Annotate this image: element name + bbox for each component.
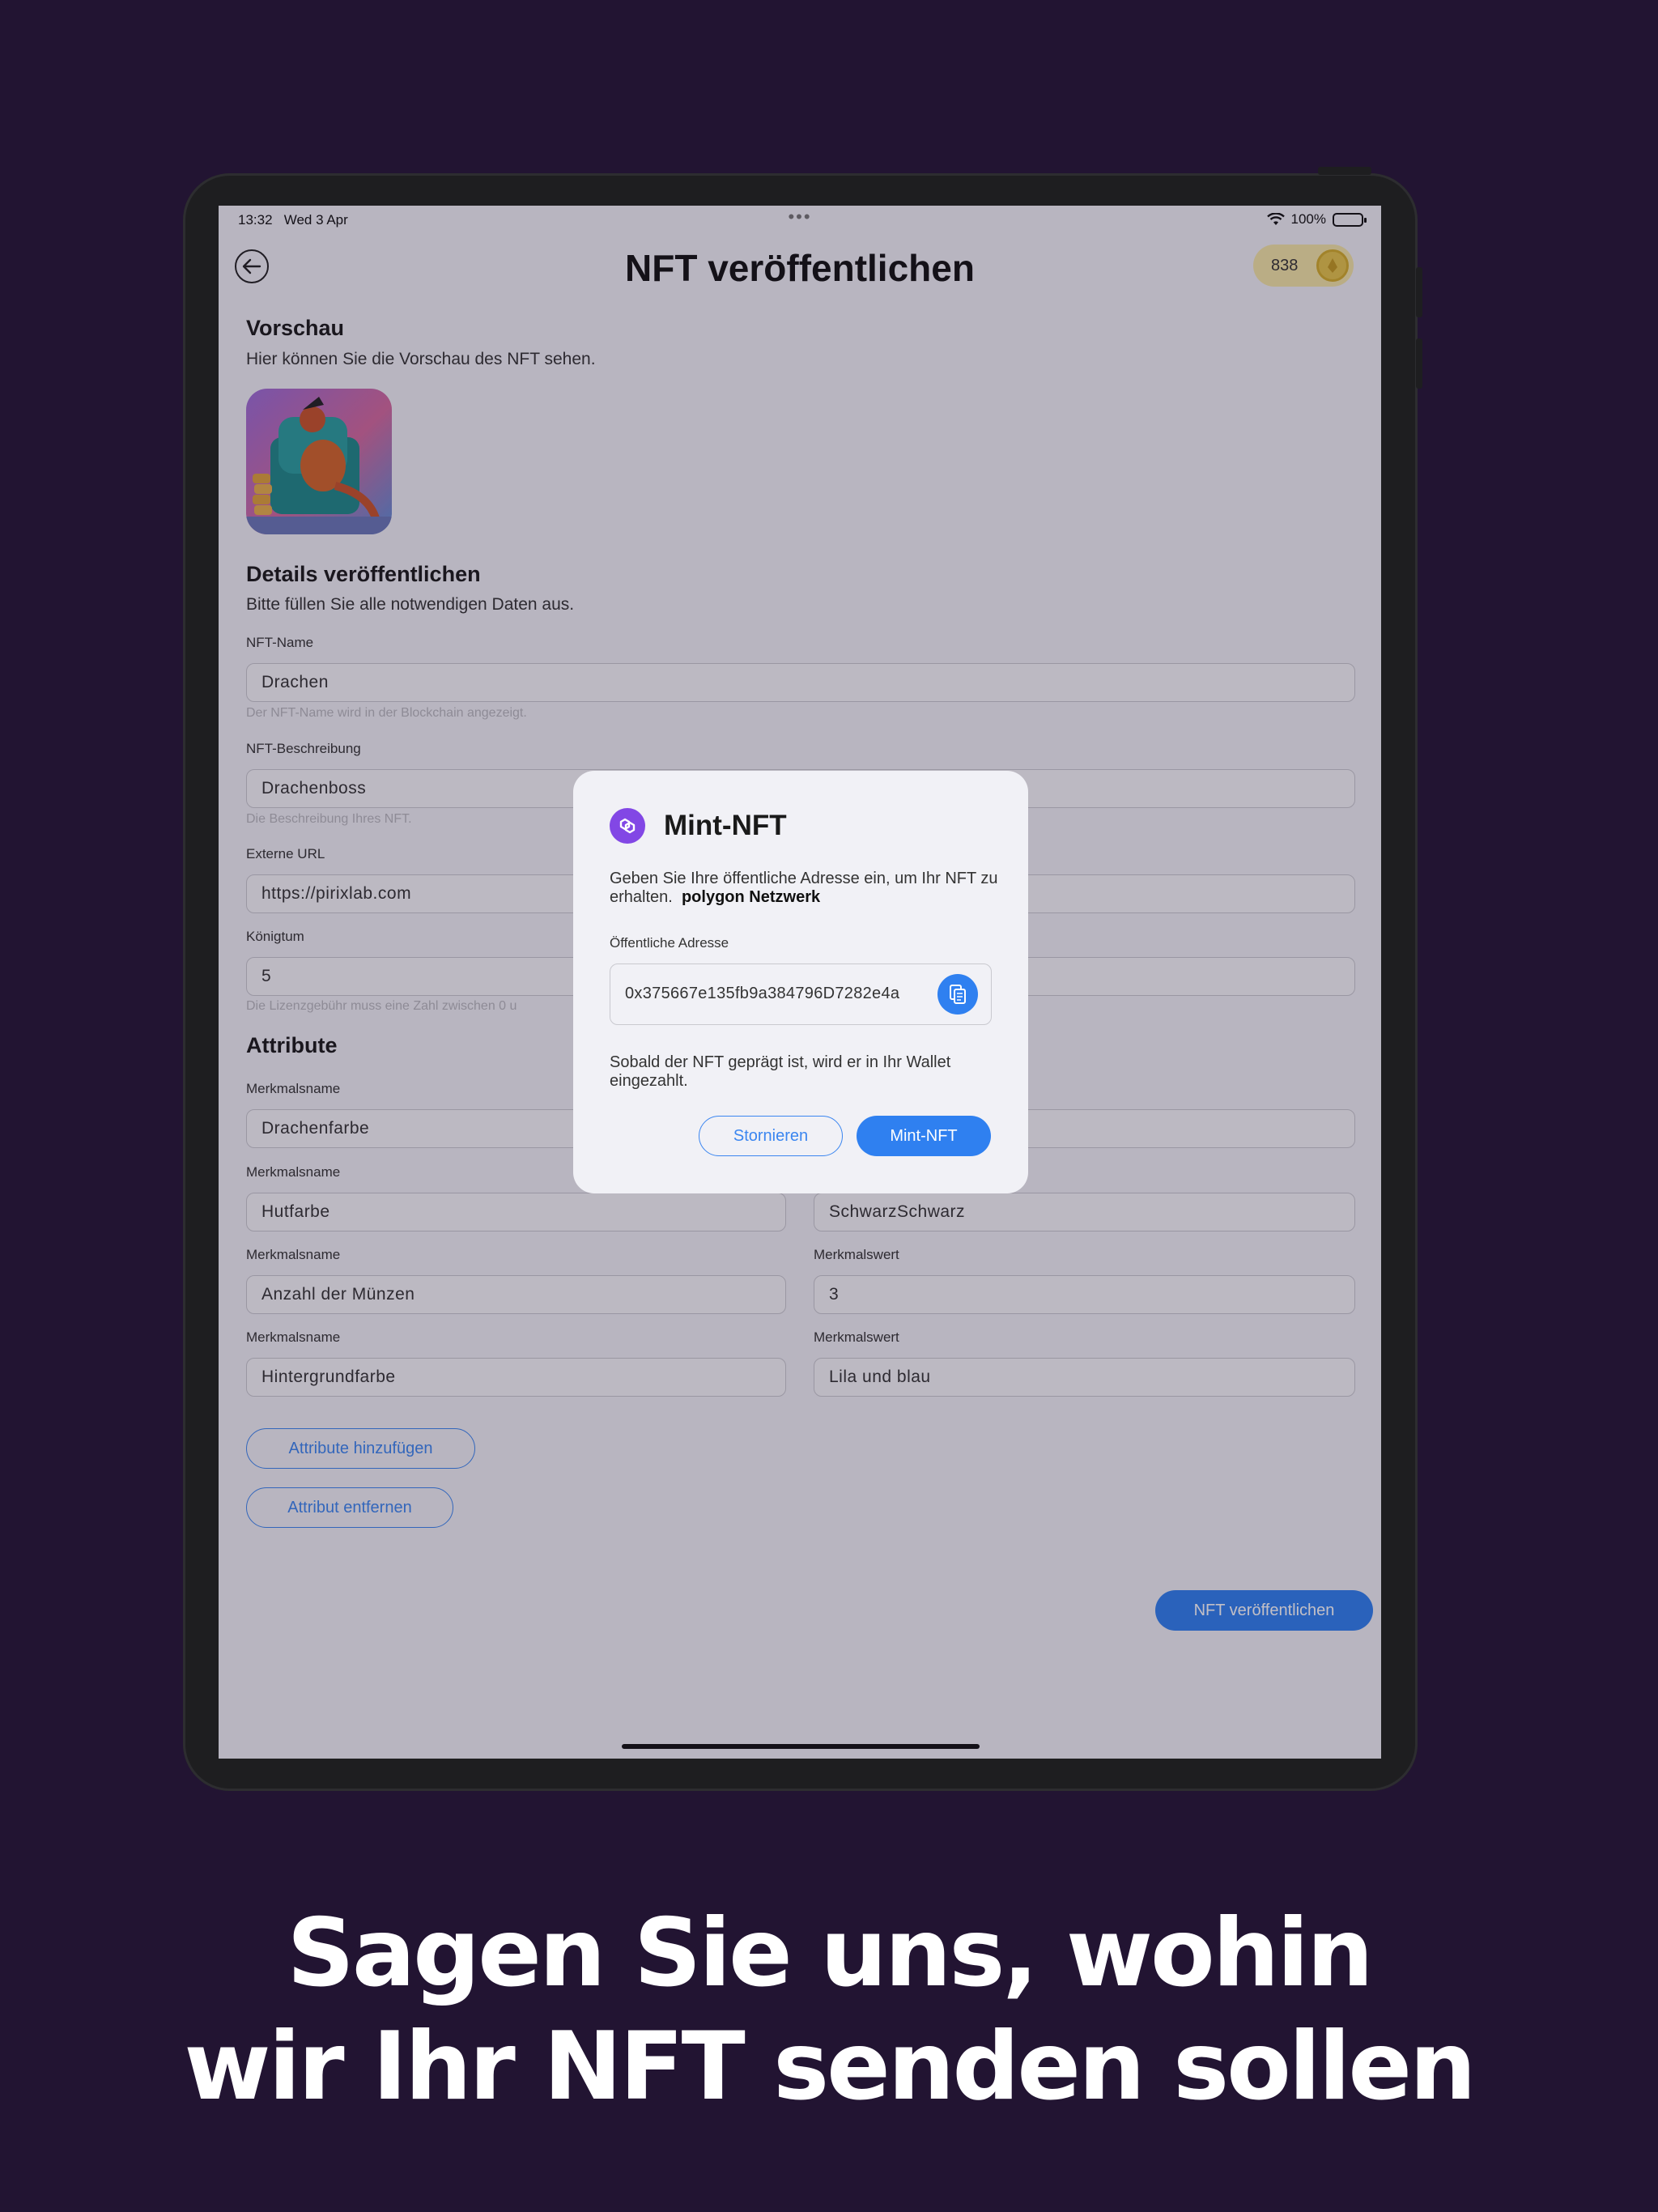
cancel-button[interactable]: Stornieren [699, 1116, 843, 1156]
public-address-input[interactable]: 0x375667e135fb9a384796D7282e4a [610, 963, 992, 1025]
dialog-description: Geben Sie Ihre öffentliche Adresse ein, … [610, 870, 998, 906]
public-address-label: Öffentliche Adresse [610, 935, 729, 951]
tablet-top-button [1318, 167, 1371, 175]
clipboard-icon [950, 985, 966, 1004]
mint-nft-dialog: Mint-NFT Geben Sie Ihre öffentliche Adre… [573, 771, 1028, 1193]
caption-line-1: Sagen Sie uns, wohin [287, 1899, 1373, 2008]
app-screen: 13:32 Wed 3 Apr ••• 100% NFT veröffentli… [219, 206, 1381, 1759]
paste-button[interactable] [937, 974, 978, 1015]
mint-nft-button[interactable]: Mint-NFT [857, 1116, 991, 1156]
public-address-value: 0x375667e135fb9a384796D7282e4a [625, 985, 900, 1002]
caption-line-2: wir Ihr NFT senden sollen [184, 2012, 1476, 2121]
tablet-volume-up [1416, 267, 1422, 317]
tablet-volume-down [1416, 338, 1422, 389]
polygon-logo-icon [610, 808, 645, 844]
network-name: polygon Netzwerk [681, 888, 821, 906]
dialog-title: Mint-NFT [664, 810, 787, 841]
dialog-info: Sobald der NFT geprägt ist, wird er in I… [610, 1053, 951, 1090]
